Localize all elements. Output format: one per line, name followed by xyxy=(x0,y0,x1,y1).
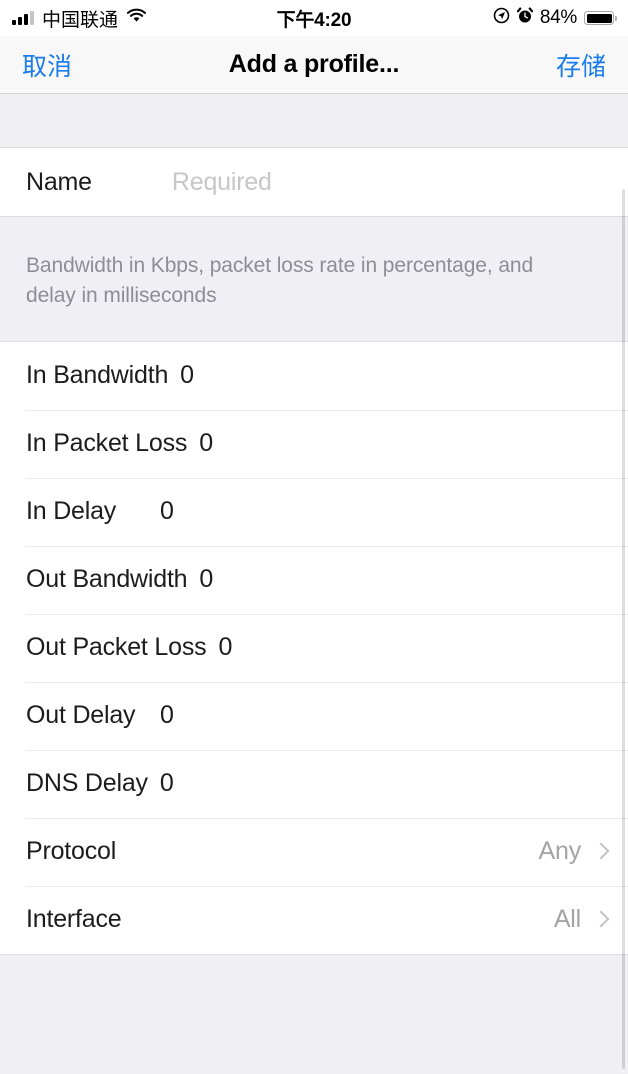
bottom-spacer xyxy=(0,954,628,1055)
navigation-bar: 取消 Add a profile... 存储 xyxy=(0,36,628,94)
row-out-packet-loss[interactable]: Out Packet Loss 0 xyxy=(0,613,628,682)
status-bar-right: 84% xyxy=(493,7,617,30)
row-in-bandwidth[interactable]: In Bandwidth 0 xyxy=(0,341,628,410)
top-spacer xyxy=(0,94,628,147)
row-interface[interactable]: Interface All xyxy=(0,885,628,954)
name-input[interactable]: Required xyxy=(172,168,272,197)
signal-bars-icon xyxy=(12,11,34,25)
row-out-bandwidth[interactable]: Out Bandwidth 0 xyxy=(0,545,628,614)
status-bar-left: 中国联通 xyxy=(12,5,147,32)
chevron-right-icon xyxy=(595,910,606,929)
row-accessory: Any xyxy=(539,837,606,866)
chevron-right-icon xyxy=(595,842,606,861)
cancel-button[interactable]: 取消 xyxy=(22,47,72,83)
name-section: Name Required xyxy=(0,147,628,217)
parameters-section: In Bandwidth 0 In Packet Loss 0 In Delay… xyxy=(0,340,628,955)
row-in-packet-loss[interactable]: In Packet Loss 0 xyxy=(0,409,628,478)
row-label: Out Delay xyxy=(26,701,136,730)
phone-screen: 中国联通 下午4:20 84% 取消 Add a profile... 存储 N… xyxy=(0,0,628,1074)
row-label: DNS Delay xyxy=(26,769,148,798)
row-value-input[interactable]: 0 xyxy=(160,701,174,730)
row-detail-value: Any xyxy=(538,837,582,866)
row-name[interactable]: Name Required xyxy=(0,148,628,216)
row-value-input[interactable]: 0 xyxy=(160,769,174,798)
row-out-delay[interactable]: Out Delay 0 xyxy=(0,681,628,750)
save-button[interactable]: 存储 xyxy=(556,47,606,83)
row-label: In Packet Loss xyxy=(26,429,188,458)
row-in-delay[interactable]: In Delay 0 xyxy=(0,477,628,546)
page-title: Add a profile... xyxy=(228,50,400,78)
section-footer-note: Bandwidth in Kbps, packet loss rate in p… xyxy=(0,217,610,341)
row-label-name: Name xyxy=(26,167,92,196)
carrier-label: 中国联通 xyxy=(42,9,119,31)
wifi-icon xyxy=(126,7,147,29)
vertical-scrollbar[interactable] xyxy=(622,189,625,1069)
row-value-input[interactable]: 0 xyxy=(199,565,213,594)
row-detail-value: All xyxy=(553,905,581,934)
battery-percent-label: 84% xyxy=(539,7,577,28)
row-value-input[interactable]: 0 xyxy=(160,497,174,526)
status-bar: 中国联通 下午4:20 84% xyxy=(0,0,628,36)
row-protocol[interactable]: Protocol Any xyxy=(0,817,628,886)
row-value-input[interactable]: 0 xyxy=(199,429,213,458)
row-value-input[interactable]: 0 xyxy=(180,361,194,390)
alarm-clock-icon xyxy=(516,7,533,30)
row-accessory: All xyxy=(554,905,606,934)
row-label: Out Packet Loss xyxy=(26,633,207,662)
battery-icon xyxy=(584,11,617,25)
row-label: In Delay xyxy=(26,497,117,526)
settings-scroll-view[interactable]: Name Required Bandwidth in Kbps, packet … xyxy=(0,94,628,1073)
row-label: Protocol xyxy=(26,837,117,866)
row-dns-delay[interactable]: DNS Delay 0 xyxy=(0,749,628,818)
row-label: Out Bandwidth xyxy=(26,565,188,594)
row-label: Interface xyxy=(26,905,122,934)
row-value-input[interactable]: 0 xyxy=(218,633,232,662)
location-arrow-icon xyxy=(493,7,510,30)
row-label: In Bandwidth xyxy=(26,361,169,390)
